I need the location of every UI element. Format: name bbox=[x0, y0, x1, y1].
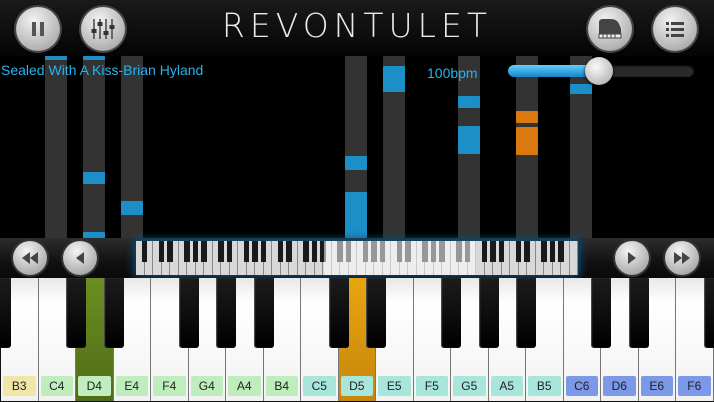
key-label: D5 bbox=[340, 376, 373, 396]
piano-key-a-sharp-5[interactable] bbox=[516, 278, 536, 348]
list-icon bbox=[666, 22, 684, 37]
key-label: B5 bbox=[528, 376, 561, 396]
mini-black-key bbox=[201, 241, 207, 262]
scroll-far-right-button[interactable] bbox=[665, 241, 699, 275]
mini-black-key bbox=[549, 241, 556, 262]
piano-key-d-sharp-5[interactable] bbox=[366, 278, 386, 348]
falling-note bbox=[345, 192, 367, 238]
piano-keyboard: B3 C4 D4 E4 F4 G4 A4 B4 C5 D5 E5 F5 G5 A5 B5 C6 D6 E6 F6 bbox=[0, 278, 714, 402]
falling-note bbox=[83, 56, 105, 60]
key-label: D4 bbox=[78, 376, 111, 396]
grand-piano-icon bbox=[598, 19, 622, 39]
key-label: C4 bbox=[40, 376, 73, 396]
mini-black-key bbox=[490, 241, 496, 262]
tempo-slider[interactable] bbox=[508, 57, 694, 85]
key-label: G4 bbox=[190, 376, 223, 396]
mini-black-key bbox=[218, 241, 224, 262]
note-lane bbox=[83, 56, 105, 238]
mini-black-key bbox=[243, 241, 250, 262]
tempo-slider-thumb[interactable] bbox=[585, 57, 614, 85]
note-lane bbox=[45, 56, 67, 238]
mini-black-key bbox=[158, 241, 165, 262]
key-label: B3 bbox=[3, 376, 36, 396]
mini-black-key bbox=[277, 241, 284, 262]
falling-note bbox=[83, 172, 105, 184]
scroll-left-button[interactable] bbox=[63, 241, 97, 275]
piano-key-f-sharp-5[interactable] bbox=[441, 278, 461, 348]
mini-black-key bbox=[524, 241, 530, 262]
mini-black-key bbox=[303, 241, 309, 262]
mini-black-key bbox=[515, 241, 522, 262]
mini-black-key bbox=[311, 241, 318, 262]
key-label: E5 bbox=[378, 376, 411, 396]
sliders-icon bbox=[91, 19, 115, 39]
pause-button[interactable] bbox=[16, 7, 60, 51]
piano-key-c-sharp-5[interactable] bbox=[328, 278, 349, 348]
mini-black-key bbox=[167, 241, 173, 262]
piano-key-f-sharp-6[interactable] bbox=[703, 278, 714, 348]
mini-black-key bbox=[141, 241, 148, 262]
left-arrow-icon bbox=[76, 252, 84, 264]
instrument-button[interactable] bbox=[588, 7, 632, 51]
piano-key-d-sharp-4[interactable] bbox=[103, 278, 124, 348]
key-label: G5 bbox=[453, 376, 486, 396]
scroll-right-button[interactable] bbox=[615, 241, 649, 275]
double-right-icon bbox=[674, 252, 690, 264]
double-left-icon bbox=[22, 252, 38, 264]
piano-key-f-sharp-4[interactable] bbox=[178, 278, 199, 348]
mini-black-key bbox=[184, 241, 190, 262]
key-label: C6 bbox=[565, 376, 598, 396]
key-label: A4 bbox=[228, 376, 261, 396]
key-label: E6 bbox=[640, 376, 673, 396]
key-label: F4 bbox=[153, 376, 186, 396]
key-label: A5 bbox=[490, 376, 523, 396]
piano-key-a-sharp-3[interactable] bbox=[0, 278, 11, 348]
mini-black-key bbox=[260, 241, 267, 262]
falling-note bbox=[121, 201, 143, 215]
key-label: E4 bbox=[115, 376, 148, 396]
scroll-far-left-button[interactable] bbox=[13, 241, 47, 275]
piano-key-d-sharp-6[interactable] bbox=[628, 278, 649, 348]
mini-black-key bbox=[226, 241, 233, 262]
mini-black-key bbox=[558, 241, 564, 262]
mini-black-key bbox=[481, 241, 488, 262]
falling-note bbox=[516, 111, 538, 123]
falling-note bbox=[345, 156, 367, 170]
mini-black-key bbox=[286, 241, 292, 262]
piano-key-c-sharp-6[interactable] bbox=[591, 278, 611, 348]
falling-note bbox=[570, 84, 592, 94]
pause-icon bbox=[32, 22, 44, 36]
key-label: F6 bbox=[678, 376, 711, 396]
key-label: F5 bbox=[415, 376, 448, 396]
falling-notes-area bbox=[0, 56, 714, 238]
falling-note bbox=[516, 127, 538, 155]
mini-black-key bbox=[192, 241, 199, 262]
keyboard-overview[interactable] bbox=[136, 241, 578, 275]
song-title[interactable]: Sealed With A Kiss-Brian Hyland bbox=[1, 62, 203, 78]
key-label: C5 bbox=[303, 376, 336, 396]
visible-range-indicator[interactable] bbox=[324, 241, 476, 275]
falling-note bbox=[458, 96, 480, 108]
falling-note bbox=[458, 126, 480, 154]
mini-black-key bbox=[541, 241, 547, 262]
right-arrow-icon bbox=[628, 252, 636, 264]
mini-black-key bbox=[252, 241, 258, 262]
mini-black-key bbox=[498, 241, 505, 262]
piano-key-g-sharp-4[interactable] bbox=[216, 278, 236, 348]
piano-key-c-sharp-4[interactable] bbox=[66, 278, 86, 348]
piano-key-a-sharp-4[interactable] bbox=[253, 278, 274, 348]
key-label: D6 bbox=[603, 376, 636, 396]
piano-key-g-sharp-5[interactable] bbox=[478, 278, 499, 348]
key-label: B4 bbox=[265, 376, 298, 396]
mini-white-key bbox=[569, 241, 578, 275]
falling-note bbox=[383, 66, 405, 92]
mixer-button[interactable] bbox=[81, 7, 125, 51]
tempo-label: 100bpm bbox=[427, 65, 478, 81]
menu-list-button[interactable] bbox=[653, 7, 697, 51]
falling-note bbox=[45, 56, 67, 60]
